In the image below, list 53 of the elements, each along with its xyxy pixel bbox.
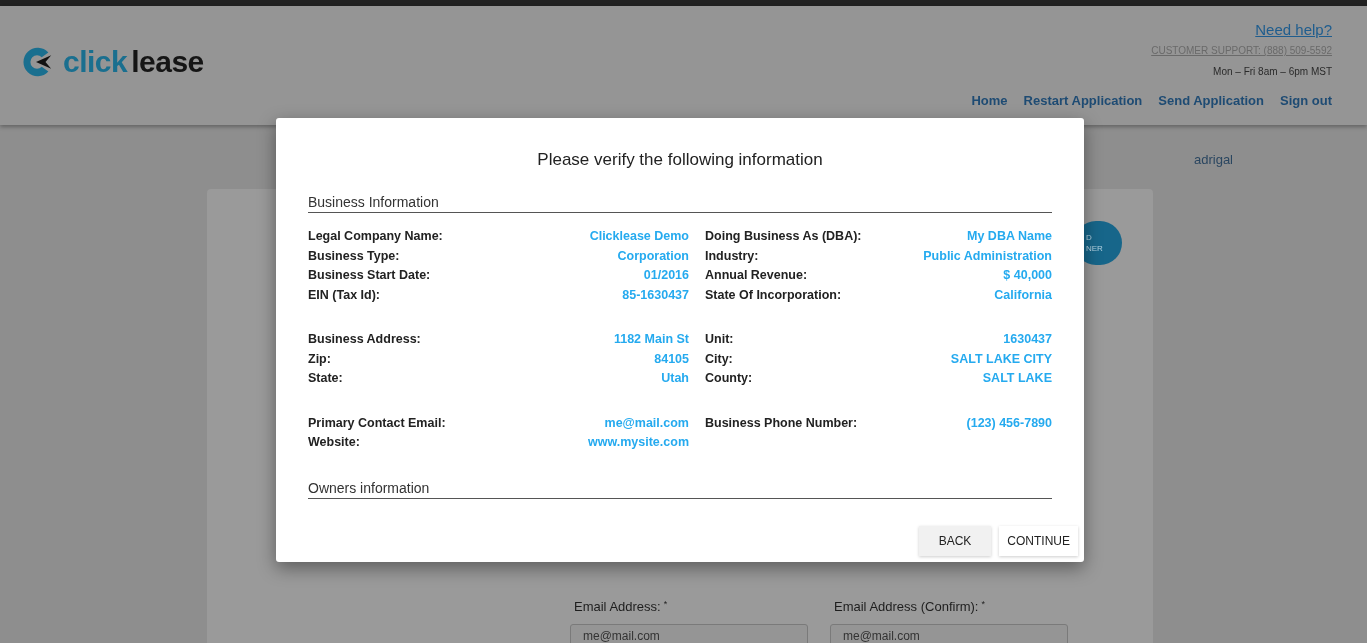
field-value: 84105 (653, 351, 689, 367)
field-label: County: (705, 371, 754, 387)
field-label: Business Type: (308, 248, 401, 264)
field-label: Website: (308, 435, 361, 451)
field-label: EIN (Tax Id): (308, 287, 381, 303)
field-label: Doing Business As (DBA): (705, 229, 863, 245)
field-value: 85-1630437 (621, 287, 689, 303)
greeting-text: adrigal (1193, 152, 1233, 167)
field-value: My DBA Name (966, 229, 1052, 245)
field-value: www.mysite.com (587, 435, 689, 451)
field-label: Business Phone Number: (705, 415, 859, 431)
hours-text: Mon – Fri 8am – 6pm MST (1213, 66, 1332, 77)
field-value: 01/2016 (642, 268, 689, 284)
field-label: Unit: (705, 332, 735, 348)
field-value: 1630437 (1002, 332, 1052, 348)
field-value: 1182 Main St (612, 332, 689, 348)
input-field[interactable]: me@mail.com (830, 624, 1068, 643)
field-label: Annual Revenue: (705, 268, 809, 284)
continue-button[interactable]: CONTINUE (999, 526, 1078, 556)
nav-link[interactable]: Sign out (1280, 93, 1332, 108)
field-label: State: (308, 371, 344, 387)
logo-text: clicklease (63, 45, 204, 79)
field-label: State Of Incorporation: (705, 287, 843, 303)
field-label: Email Address (Confirm): (834, 599, 979, 614)
section-heading: Owners information (308, 479, 1052, 499)
required-mark: * (663, 599, 668, 609)
field-label: Primary Contact Email: (308, 415, 447, 431)
field-value: me@mail.com (603, 415, 689, 431)
field-value: Corporation (616, 248, 689, 264)
field-label: Business Start Date: (308, 268, 432, 284)
field-value: California (993, 287, 1052, 303)
nav-link[interactable]: Send Application (1158, 93, 1264, 108)
back-button[interactable]: BACK (918, 526, 992, 556)
field-label: Industry: (705, 248, 760, 264)
nav-link[interactable]: Restart Application (1023, 93, 1143, 108)
field-value: (123) 456-7890 (965, 415, 1052, 431)
field-value: Clicklease Demo (588, 229, 689, 245)
nav-link[interactable]: Home (971, 93, 1008, 108)
help-link[interactable]: Need help? (1255, 21, 1332, 38)
field-label: Business Address: (308, 332, 422, 348)
field-label: Zip: (308, 351, 332, 367)
section-heading: Business Information (308, 194, 1052, 213)
required-mark: * (981, 599, 985, 609)
field-value: SALT LAKE CITY (949, 351, 1052, 367)
field-value: Utah (660, 371, 689, 387)
field-value: $ 40,000 (1002, 268, 1052, 284)
dialog-title: Please verify the following information (536, 150, 824, 170)
field-label: Legal Company Name: (308, 229, 444, 245)
field-value: Public Administration (922, 248, 1052, 264)
input-field[interactable]: me@mail.com (570, 624, 808, 643)
field-label: City: (705, 351, 734, 367)
field-label: Email Address: (574, 599, 661, 614)
field-value: SALT LAKE (981, 371, 1052, 387)
